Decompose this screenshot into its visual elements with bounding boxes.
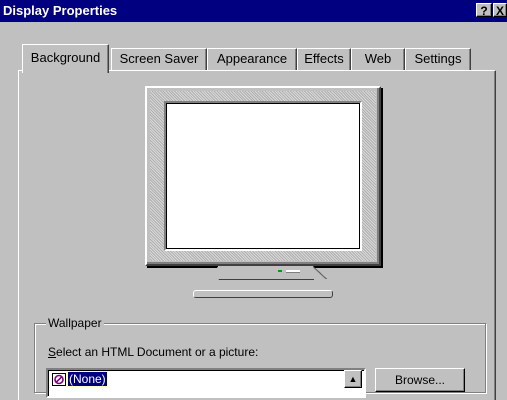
tab-strip: Background Screen Saver Appearance Effec…	[0, 44, 507, 73]
tab-background[interactable]: Background	[22, 44, 109, 73]
wallpaper-listbox[interactable]: (None)	[46, 368, 366, 398]
scroll-up-arrow-icon[interactable]: ▲	[344, 370, 362, 388]
close-button[interactable]: X	[493, 3, 507, 17]
browse-button[interactable]: Browse...	[375, 368, 465, 392]
tab-appearance[interactable]: Appearance	[207, 48, 297, 70]
title-bar[interactable]: Display Properties ? X	[0, 0, 507, 22]
monitor-stand-base	[193, 290, 333, 298]
wallpaper-group-label: Wallpaper	[46, 316, 104, 330]
monitor-button-slot	[286, 270, 300, 273]
tab-effects[interactable]: Effects	[297, 48, 351, 70]
tab-settings[interactable]: Settings	[405, 48, 471, 70]
monitor-power-led-icon	[278, 270, 282, 272]
monitor-stand-neck	[205, 266, 327, 280]
tab-web[interactable]: Web	[351, 48, 405, 70]
wallpaper-prompt-label: Select an HTML Document or a picture:	[48, 345, 258, 359]
help-button[interactable]: ?	[476, 3, 492, 18]
none-wallpaper-icon	[52, 372, 66, 386]
prompt-text: elect an HTML Document or a picture:	[56, 345, 259, 359]
prompt-accelerator: S	[48, 345, 57, 359]
monitor-preview-screen	[164, 101, 362, 251]
list-item-label: (None)	[67, 371, 108, 387]
window-title: Display Properties	[3, 3, 118, 18]
list-item[interactable]: (None)	[52, 371, 108, 387]
tab-screen-saver[interactable]: Screen Saver	[111, 48, 207, 70]
